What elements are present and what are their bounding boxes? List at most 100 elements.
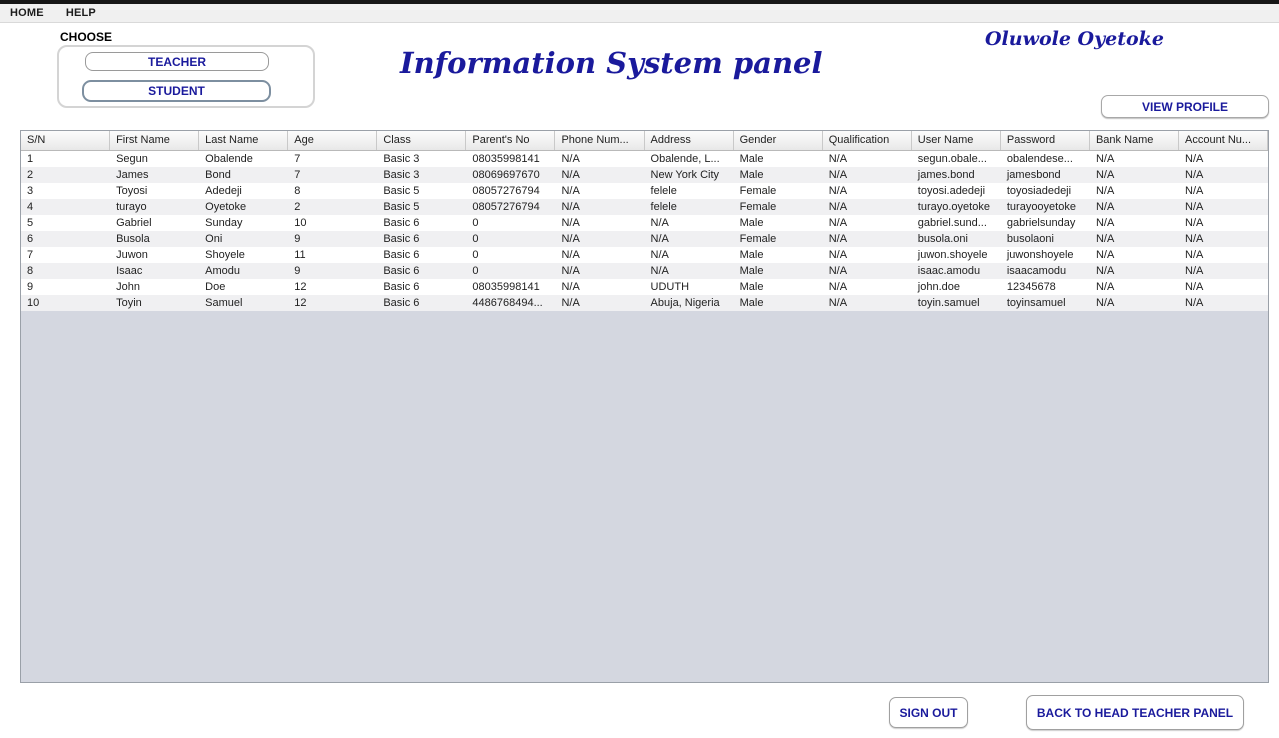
- table-cell: N/A: [1185, 233, 1204, 245]
- table-row[interactable]: 7 Juwon Shoyele 11 Basic 6 0 N/A N/A Male N/A juwo…: [21, 247, 1268, 263]
- column-header[interactable]: User Name: [912, 131, 1001, 150]
- table-cell: 08069697670: [472, 169, 540, 181]
- column-header[interactable]: Age: [288, 131, 378, 150]
- students-table: S/N First Name Last Name Age Class Parent's N…: [20, 130, 1269, 683]
- column-header[interactable]: Qualification: [823, 131, 912, 150]
- table-cell: felele: [650, 185, 677, 197]
- column-header[interactable]: Last Name: [199, 131, 289, 150]
- column-header[interactable]: Address: [645, 131, 734, 150]
- table-cell: 11: [294, 249, 306, 261]
- table-cell: N/A: [561, 169, 580, 181]
- table-cell: Basic 6: [383, 233, 420, 245]
- table-cell: 08057276794: [472, 201, 540, 213]
- table-cell: Basic 3: [383, 169, 420, 181]
- column-header[interactable]: Account Nu...: [1179, 131, 1268, 150]
- table-cell: 8: [27, 265, 34, 277]
- table-cell: obalendese...: [1006, 153, 1073, 165]
- column-header[interactable]: Gender: [734, 131, 823, 150]
- table-cell: busola.oni: [917, 233, 968, 245]
- table-cell: N/A: [561, 265, 580, 277]
- table-cell: 4486768494...: [472, 297, 543, 309]
- table-cell: Basic 6: [383, 281, 420, 293]
- table-row[interactable]: 2 James Bond 7 Basic 3 08069697670 N/A New York…: [21, 167, 1268, 183]
- table-row[interactable]: 9 John Doe 12 Basic 6 08035998141 N/A UDUTH Male…: [21, 279, 1268, 295]
- teacher-button[interactable]: TEACHER: [85, 52, 269, 71]
- menu-item-help[interactable]: HELP: [64, 5, 98, 21]
- table-cell: 3: [27, 185, 34, 197]
- table-cell: 10: [27, 297, 40, 309]
- table-row[interactable]: 4 turayo Oyetoke 2 Basic 5 08057276794 N/A fele…: [21, 199, 1268, 215]
- table-cell: N/A: [1095, 281, 1115, 293]
- table-cell: 08057276794: [472, 185, 540, 197]
- table-cell: N/A: [1185, 153, 1204, 165]
- column-header[interactable]: Phone Num...: [555, 131, 645, 150]
- table-cell: N/A: [1095, 169, 1115, 181]
- table-cell: N/A: [1185, 249, 1204, 261]
- table-cell: 8: [294, 185, 301, 197]
- column-header[interactable]: Parent's No: [466, 131, 556, 150]
- table-cell: N/A: [1095, 249, 1115, 261]
- choose-label: CHOOSE: [60, 30, 113, 44]
- table-row[interactable]: 6 Busola Oni 9 Basic 6 0 N/A N/A Female N/A busola…: [21, 231, 1268, 247]
- table-cell: N/A: [561, 233, 580, 245]
- table-cell: Male: [739, 169, 764, 181]
- page-title: Information System panel: [400, 46, 823, 80]
- table-cell: Basic 6: [383, 217, 420, 229]
- back-to-head-teacher-panel-button[interactable]: BACK TO HEAD TEACHER PANEL: [1026, 695, 1244, 730]
- table-cell: N/A: [1095, 297, 1115, 309]
- menu-item-home[interactable]: HOME: [8, 5, 46, 21]
- table-cell: Basic 3: [383, 153, 420, 165]
- table-cell: isaac.amodu: [917, 265, 981, 277]
- table-cell: Segun: [116, 153, 148, 165]
- table-cell: N/A: [561, 297, 580, 309]
- column-header[interactable]: First Name: [110, 131, 200, 150]
- table-cell: Male: [739, 297, 764, 309]
- table-cell: Male: [739, 281, 764, 293]
- student-button[interactable]: STUDENT: [82, 80, 271, 102]
- table-cell: 5: [27, 217, 34, 229]
- table-cell: Basic 6: [383, 265, 420, 277]
- column-header[interactable]: S/N: [21, 131, 111, 150]
- table-cell: toyosiadedeji: [1006, 185, 1072, 197]
- table-cell: Female: [739, 233, 777, 245]
- table-cell: 6: [27, 233, 34, 245]
- table-cell: 9: [27, 281, 34, 293]
- table-cell: N/A: [650, 249, 669, 261]
- table-body: 1 Segun Obalende 7 Basic 3 08035998141 N/A Obal…: [21, 151, 1268, 682]
- column-header[interactable]: Password: [1001, 131, 1090, 150]
- table-cell: N/A: [650, 217, 669, 229]
- table-cell: N/A: [828, 185, 848, 197]
- table-row[interactable]: 1 Segun Obalende 7 Basic 3 08035998141 N/A Obal…: [21, 151, 1268, 167]
- table-cell: turayo: [116, 201, 147, 213]
- table-cell: Samuel: [205, 297, 243, 309]
- table-cell: 1: [27, 153, 34, 165]
- logged-in-user-name: Oluwole Oyetoke: [985, 28, 1164, 50]
- table-cell: busolaoni: [1006, 233, 1054, 245]
- sign-out-button[interactable]: SIGN OUT: [889, 697, 968, 728]
- table-cell: Oyetoke: [205, 201, 247, 213]
- table-row[interactable]: 10 Toyin Samuel 12 Basic 6 4486768494... N/A Ab…: [21, 295, 1268, 311]
- table-cell: N/A: [1095, 201, 1115, 213]
- table-cell: Bond: [205, 169, 231, 181]
- table-cell: N/A: [650, 233, 669, 245]
- table-row[interactable]: 3 Toyosi Adedeji 8 Basic 5 08057276794 N/A fele…: [21, 183, 1268, 199]
- table-row[interactable]: 5 Gabriel Sunday 10 Basic 6 0 N/A N/A Male N/A gab…: [21, 215, 1268, 231]
- table-row[interactable]: 8 Isaac Amodu 9 Basic 6 0 N/A N/A Male N/A isaac.a…: [21, 263, 1268, 279]
- table-cell: Abuja, Nigeria: [650, 297, 720, 309]
- column-header[interactable]: Bank Name: [1090, 131, 1180, 150]
- column-header[interactable]: Class: [377, 131, 467, 150]
- table-cell: toyosi.adedeji: [917, 185, 986, 197]
- table-cell: New York City: [650, 169, 720, 181]
- table-cell: N/A: [561, 201, 580, 213]
- table-cell: Toyin: [116, 297, 142, 309]
- table-cell: Basic 5: [383, 185, 420, 197]
- table-cell: 0: [472, 249, 479, 261]
- table-cell: N/A: [561, 153, 580, 165]
- table-cell: N/A: [828, 281, 848, 293]
- table-cell: Shoyele: [205, 249, 245, 261]
- view-profile-button[interactable]: VIEW PROFILE: [1101, 95, 1269, 118]
- table-cell: Male: [739, 153, 764, 165]
- table-cell: Male: [739, 265, 764, 277]
- table-cell: Toyosi: [116, 185, 148, 197]
- table-cell: 7: [294, 153, 301, 165]
